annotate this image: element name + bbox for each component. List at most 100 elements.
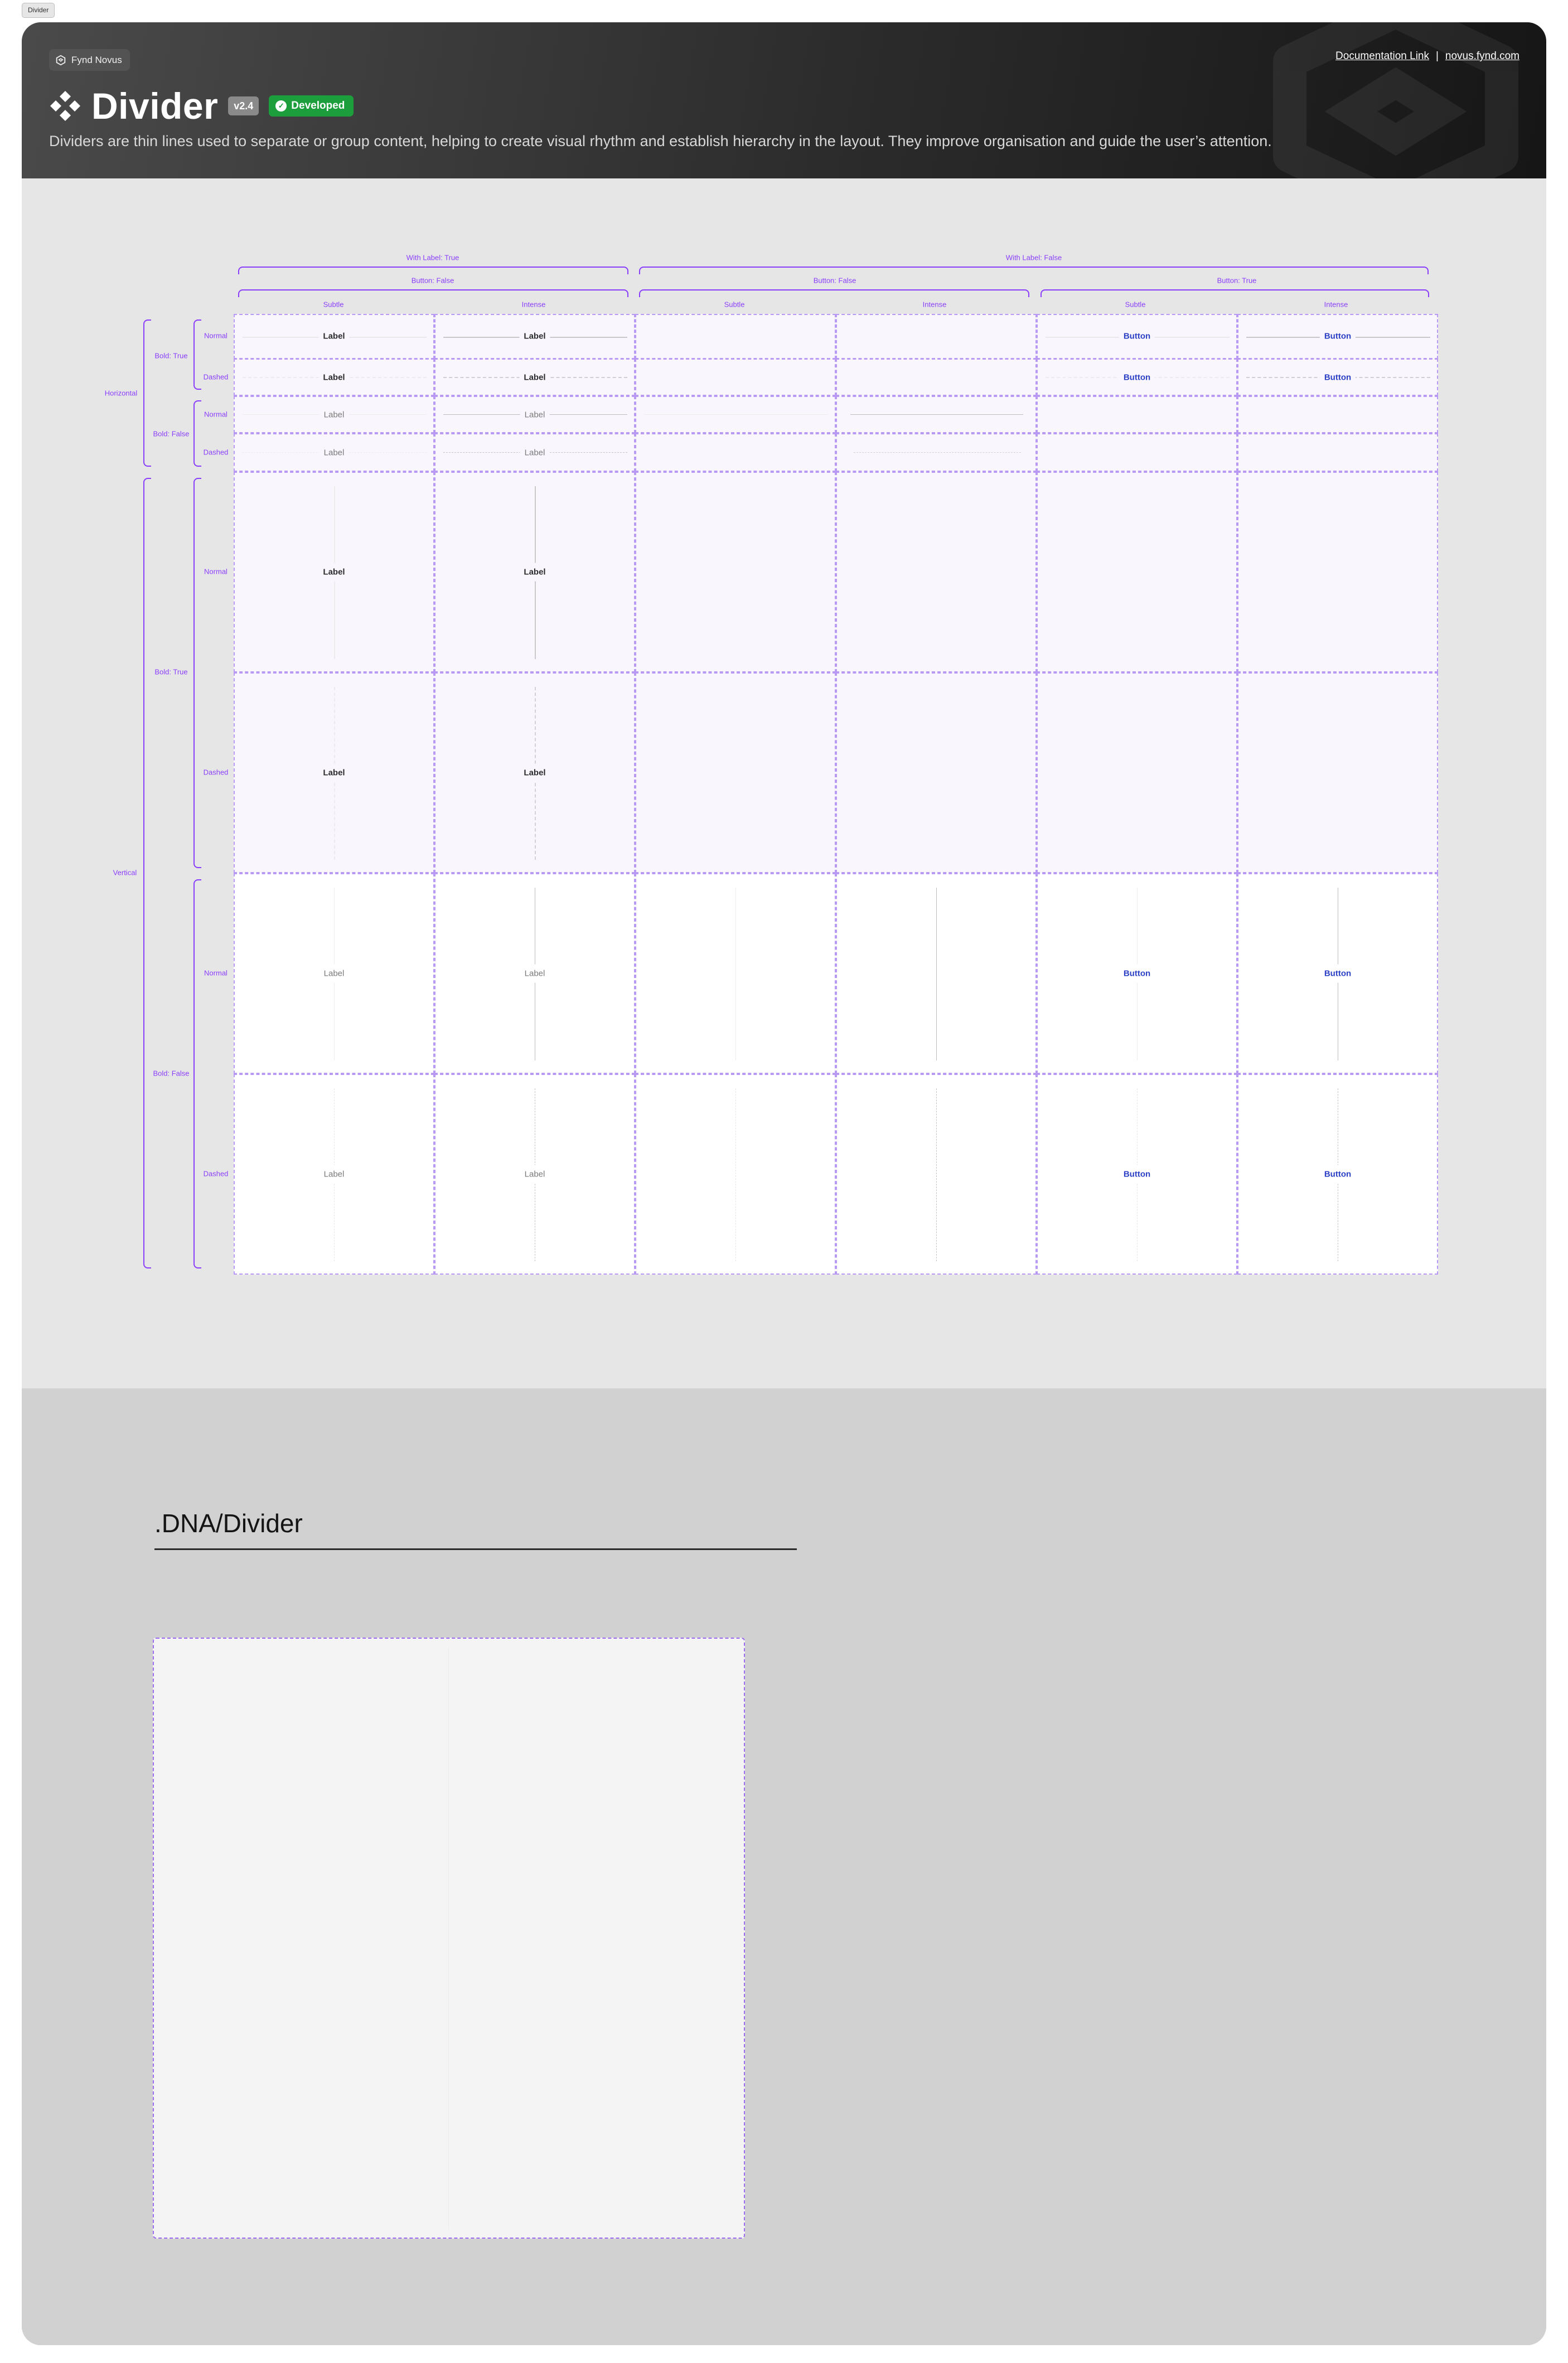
- divider-label: Label: [522, 964, 548, 983]
- cell-v-bt-dashed-c3: [635, 672, 836, 873]
- divider-label: Label: [321, 964, 347, 983]
- divider-line: [850, 414, 1023, 415]
- cell-v-bf-dashed-c4: [836, 1074, 1037, 1275]
- divider-label: Label: [521, 563, 548, 582]
- cell-v-bt-normal-c5: [1037, 472, 1237, 672]
- divider-label: Label: [519, 372, 550, 382]
- col-intense-3: Intense: [1324, 300, 1348, 309]
- bracket-button-false-2: [639, 289, 1029, 297]
- divider-label: Label: [520, 448, 550, 458]
- cell-v-bf-normal-c3: [635, 873, 836, 1074]
- cell-h-bf-normal-c3: [635, 396, 836, 433]
- divider-button[interactable]: Button: [1322, 964, 1354, 983]
- row-h-bold-true: Bold: True: [154, 351, 188, 360]
- divider-button[interactable]: Button: [1319, 372, 1356, 382]
- row-vertical: Vertical: [113, 868, 137, 877]
- cell-h-bf-dashed-c3: [635, 433, 836, 472]
- component-diamonds-icon: [50, 91, 80, 121]
- bracket-with-label-false: [639, 267, 1429, 274]
- cell-h-bt-normal-c3: [635, 314, 836, 359]
- row-v-bold-false: Bold: False: [153, 1069, 190, 1078]
- check-circle-icon: ✓: [275, 100, 287, 112]
- divider-button[interactable]: Button: [1121, 964, 1153, 983]
- cell-h-bf-dashed-c4: [836, 433, 1037, 472]
- page-title: Divider: [91, 85, 219, 127]
- cell-v-bt-normal-c3: [635, 472, 836, 672]
- cell-h-bf-dashed-c6: [1237, 433, 1438, 472]
- cell-h-bt-normal-c4: [836, 314, 1037, 359]
- divider-line: [735, 888, 736, 1061]
- row-h-bt-dashed: Dashed: [203, 372, 229, 381]
- divider-line: [644, 414, 828, 415]
- divider-label: Label: [519, 331, 550, 341]
- label-button-false-1: Button: False: [411, 276, 454, 285]
- col-subtle-2: Subtle: [724, 300, 745, 309]
- row-v-bold-true: Bold: True: [154, 667, 188, 676]
- site-link[interactable]: novus.fynd.com: [1445, 50, 1519, 62]
- cell-v-bt-dashed-c6: [1237, 672, 1438, 873]
- divider-label: Label: [318, 372, 350, 382]
- bracket-v-bold-false: [193, 879, 201, 1268]
- version-badge: v2.4: [228, 96, 259, 115]
- divider-line: [854, 452, 1021, 453]
- divider-button[interactable]: Button: [1121, 1165, 1153, 1184]
- divider-label: Label: [319, 410, 349, 420]
- divider-button[interactable]: Button: [1319, 331, 1356, 341]
- link-separator: |: [1435, 50, 1439, 62]
- bracket-button-true: [1041, 289, 1429, 297]
- cell-h-bt-dashed-c3: [635, 359, 836, 396]
- row-v-bt-dashed: Dashed: [203, 768, 229, 777]
- row-h-bold-false: Bold: False: [153, 429, 190, 438]
- dna-section-title: .DNA/Divider: [154, 1509, 303, 1538]
- divider-button[interactable]: Button: [1322, 1165, 1354, 1184]
- cell-h-bf-normal-c4: [836, 396, 1037, 433]
- documentation-link[interactable]: Documentation Link: [1335, 50, 1429, 62]
- cell-h-bt-dashed-c4: [836, 359, 1037, 396]
- row-v-bf-dashed: Dashed: [203, 1169, 229, 1178]
- page-description: Dividers are thin lines used to separate…: [49, 133, 1272, 149]
- divider-button[interactable]: Button: [1119, 372, 1155, 382]
- divider-label: Label: [319, 448, 349, 458]
- dna-divider-frame: [153, 1638, 745, 2239]
- dna-divider-canvas: [163, 1648, 735, 2230]
- cell-v-bf-dashed-c3: [635, 1074, 836, 1275]
- row-h-bt-normal: Normal: [204, 331, 228, 340]
- dna-divider-line: [448, 1648, 449, 2230]
- label-button-false-2: Button: False: [813, 276, 856, 285]
- bracket-horizontal: [143, 319, 151, 467]
- cell-v-bt-normal-c6: [1237, 472, 1438, 672]
- label-with-label-true: With Label: True: [406, 253, 459, 262]
- col-subtle-1: Subtle: [323, 300, 344, 309]
- brand-name: Fynd Novus: [71, 54, 122, 65]
- bracket-button-false-1: [238, 289, 628, 297]
- cell-h-bf-dashed-c5: [1037, 433, 1237, 472]
- fynd-logo-icon: [56, 55, 66, 65]
- col-subtle-3: Subtle: [1125, 300, 1146, 309]
- cell-h-bf-normal-c6: [1237, 396, 1438, 433]
- row-v-bt-normal: Normal: [204, 567, 228, 576]
- cell-v-bt-dashed-c5: [1037, 672, 1237, 873]
- frame-tag: Divider: [22, 3, 55, 18]
- col-intense-1: Intense: [521, 300, 546, 309]
- label-button-true: Button: True: [1217, 276, 1257, 285]
- brand-chip[interactable]: Fynd Novus: [49, 49, 130, 71]
- divider-label: Label: [520, 410, 550, 420]
- divider-label: Label: [318, 331, 350, 341]
- divider-button[interactable]: Button: [1119, 331, 1155, 341]
- status-label: Developed: [291, 100, 345, 112]
- bracket-vertical: [143, 478, 151, 1268]
- title-row: Divider v2.4 ✓ Developed: [49, 85, 354, 127]
- component-card: Fynd Novus Documentation Link | novus.fy…: [22, 22, 1546, 2345]
- divider-label: Label: [522, 1165, 548, 1184]
- divider-line: [735, 1088, 736, 1261]
- divider-label: Label: [321, 1165, 347, 1184]
- col-intense-2: Intense: [922, 300, 947, 309]
- bracket-v-bold-true: [193, 478, 201, 868]
- status-badge: ✓ Developed: [269, 95, 354, 117]
- row-horizontal: Horizontal: [104, 389, 138, 398]
- divider-line: [936, 1088, 937, 1261]
- bracket-h-bold-true: [193, 319, 201, 390]
- row-h-bf-dashed: Dashed: [203, 448, 229, 457]
- bracket-with-label-true: [238, 267, 628, 274]
- dna-title-underline: [154, 1548, 797, 1550]
